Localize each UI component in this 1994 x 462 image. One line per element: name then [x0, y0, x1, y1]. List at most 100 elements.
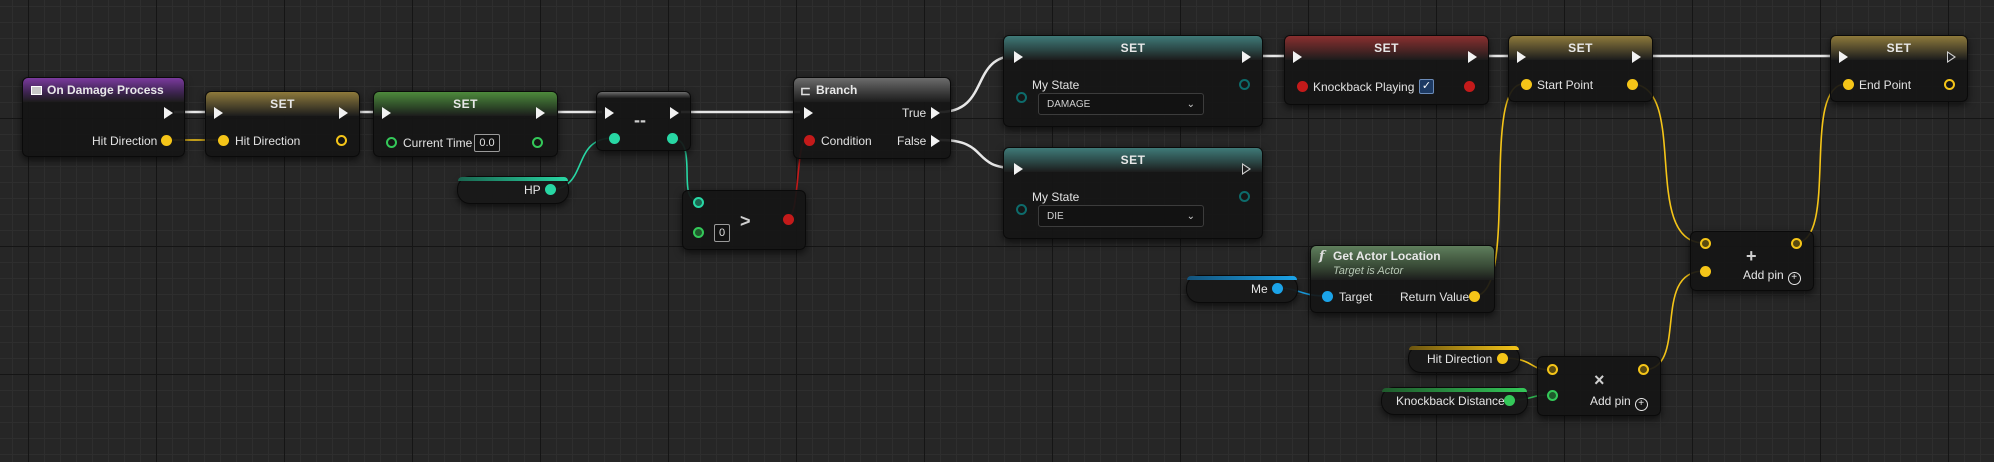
vector-in-pin[interactable]	[1843, 79, 1854, 90]
float-out-pin[interactable]	[545, 184, 556, 195]
enum-out-pin[interactable]	[1239, 79, 1250, 90]
vector-out-pin[interactable]	[336, 135, 347, 146]
exec-out-pin[interactable]	[1947, 51, 1956, 63]
state-dropdown[interactable]: DAMAGE ⌄	[1038, 93, 1204, 115]
set-state-die-node[interactable]: SET My State DIE ⌄	[1003, 147, 1263, 239]
exec-out-pin[interactable]	[670, 107, 679, 119]
vector-in-pin[interactable]	[1521, 79, 1532, 90]
function-icon: f	[1319, 249, 1325, 264]
pin-label: False	[897, 134, 927, 148]
bool-out-pin[interactable]	[783, 214, 794, 225]
vector-wire	[1630, 83, 1705, 244]
pin-label: Hit Direction	[92, 134, 158, 148]
vector-out-pin[interactable]	[1791, 238, 1802, 249]
variable-label: Hit Direction	[1427, 352, 1493, 366]
vector-in-pin[interactable]	[1547, 364, 1558, 375]
exec-out-pin[interactable]	[1632, 51, 1641, 63]
add-pin-label: Add pin	[1743, 268, 1784, 282]
variable-label: HP	[524, 183, 541, 197]
exec-in-pin[interactable]	[605, 107, 614, 119]
exec-in-pin[interactable]	[1839, 51, 1848, 63]
node-header	[597, 92, 690, 98]
add-pin-label: Add pin	[1590, 394, 1631, 408]
event-on-damage-process[interactable]: On Damage Process Hit Direction	[22, 77, 185, 157]
vector-in-pin[interactable]	[1700, 266, 1711, 277]
float-in-pin[interactable]	[693, 197, 704, 208]
vector-out-pin[interactable]	[1469, 291, 1480, 302]
vector-in-pin[interactable]	[218, 135, 229, 146]
me-variable[interactable]: Me	[1186, 275, 1298, 303]
float-out-pin[interactable]	[532, 137, 543, 148]
multiply-node[interactable]: × Add pin +	[1537, 356, 1661, 416]
pin-label: Return Value	[1400, 290, 1470, 304]
float-out-pin[interactable]	[667, 133, 678, 144]
pin-label: Start Point	[1537, 78, 1594, 92]
exec-in-pin[interactable]	[214, 107, 223, 119]
greater-than-node[interactable]: 0 >	[682, 190, 806, 250]
int-in-pin[interactable]	[693, 227, 704, 238]
enum-in-pin[interactable]	[1016, 204, 1027, 215]
add-vector-node[interactable]: + Add pin +	[1690, 231, 1814, 291]
decrement-node[interactable]: --	[596, 91, 691, 151]
chevron-down-icon: ⌄	[1186, 210, 1195, 222]
branch-node[interactable]: ⊏ Branch Condition True False	[793, 77, 951, 159]
compare-int-value[interactable]: 0	[714, 224, 730, 242]
node-header: ⊏ Branch	[794, 78, 950, 102]
object-in-pin[interactable]	[1322, 291, 1333, 302]
get-actor-location-node[interactable]: f Get Actor Location Target is Actor Tar…	[1310, 245, 1495, 313]
bool-in-pin[interactable]	[804, 135, 815, 146]
set-start-point-node[interactable]: SET Start Point	[1508, 35, 1653, 102]
current-time-value[interactable]: 0.0	[474, 134, 500, 152]
exec-in-pin[interactable]	[1517, 51, 1526, 63]
pin-label: Knockback Playing	[1313, 80, 1415, 94]
set-current-time-node[interactable]: SET Current Time 0.0	[373, 91, 558, 157]
add-pin-button[interactable]: Add pin +	[1590, 394, 1648, 411]
exec-out-pin[interactable]	[164, 107, 173, 119]
state-dropdown[interactable]: DIE ⌄	[1038, 205, 1204, 227]
hit-direction-variable[interactable]: Hit Direction	[1408, 345, 1520, 373]
exec-false-pin[interactable]	[931, 135, 940, 147]
exec-out-pin[interactable]	[1242, 163, 1251, 175]
vector-out-pin[interactable]	[1497, 353, 1508, 364]
knockback-distance-variable[interactable]: Knockback Distance	[1381, 387, 1528, 415]
multiply-operator: ×	[1594, 370, 1605, 390]
exec-out-pin[interactable]	[536, 107, 545, 119]
exec-in-pin[interactable]	[1014, 163, 1023, 175]
float-in-pin[interactable]	[386, 137, 397, 148]
set-hit-direction-node[interactable]: SET Hit Direction	[205, 91, 360, 157]
exec-out-pin[interactable]	[339, 107, 348, 119]
vector-out-pin[interactable]	[1944, 79, 1955, 90]
exec-in-pin[interactable]	[1014, 51, 1023, 63]
dropdown-value: DAMAGE	[1047, 98, 1091, 110]
knockback-checkbox[interactable]: ✓	[1419, 79, 1434, 94]
pin-label: My State	[1032, 190, 1080, 204]
exec-out-pin[interactable]	[1242, 51, 1251, 63]
hp-variable[interactable]: HP	[457, 176, 569, 204]
exec-out-pin[interactable]	[1468, 51, 1477, 63]
set-knockback-playing-node[interactable]: SET Knockback Playing ✓	[1284, 35, 1489, 105]
bool-in-pin[interactable]	[1297, 81, 1308, 92]
float-in-pin[interactable]	[1547, 390, 1558, 401]
object-out-pin[interactable]	[1272, 283, 1283, 294]
vector-out-pin[interactable]	[161, 135, 172, 146]
float-in-pin[interactable]	[609, 133, 620, 144]
exec-in-pin[interactable]	[1293, 51, 1302, 63]
enum-out-pin[interactable]	[1239, 191, 1250, 202]
exec-in-pin[interactable]	[804, 107, 813, 119]
vector-out-pin[interactable]	[1638, 364, 1649, 375]
bool-out-pin[interactable]	[1464, 81, 1475, 92]
exec-in-pin[interactable]	[382, 107, 391, 119]
variable-label: Me	[1251, 282, 1268, 296]
add-pin-button[interactable]: Add pin +	[1743, 268, 1801, 285]
exec-true-pin[interactable]	[931, 107, 940, 119]
node-title: SET	[1120, 153, 1146, 167]
vector-in-pin[interactable]	[1700, 238, 1711, 249]
set-state-damage-node[interactable]: SET My State DAMAGE ⌄	[1003, 35, 1263, 127]
vector-wire	[1794, 83, 1847, 244]
enum-in-pin[interactable]	[1016, 92, 1027, 103]
node-header: SET	[1285, 36, 1488, 60]
set-end-point-node[interactable]: SET End Point	[1830, 35, 1968, 102]
vector-out-pin[interactable]	[1627, 79, 1638, 90]
float-out-pin[interactable]	[1504, 395, 1515, 406]
greater-than-operator: >	[740, 211, 751, 231]
